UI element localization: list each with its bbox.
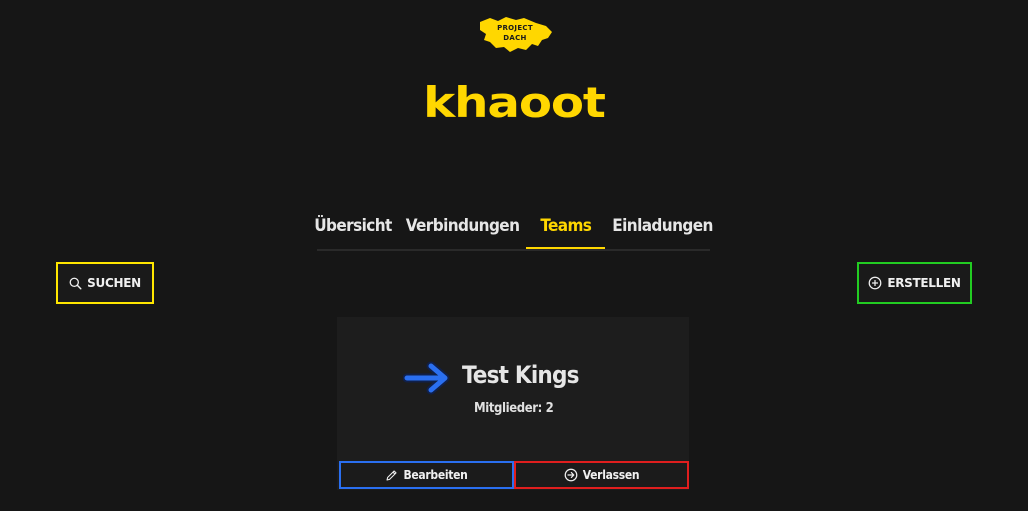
project-dach-logo[interactable]: PROJECT DACH [476, 14, 554, 56]
leave-team-button-label: Verlassen [582, 468, 640, 482]
search-icon [69, 277, 82, 290]
logo-line-1: PROJECT [497, 24, 533, 32]
plus-circle-icon [868, 276, 882, 290]
edit-team-button[interactable]: Bearbeiten [339, 461, 514, 489]
tab-einladungen[interactable]: Einladungen [605, 207, 719, 247]
pencil-icon [385, 469, 398, 482]
arrow-right-icon [402, 361, 451, 399]
arrow-right-circle-icon [564, 468, 578, 482]
team-card-actions: Bearbeiten Verlassen [339, 461, 689, 489]
app-title: khaoot [423, 78, 606, 127]
edit-team-button-label: Bearbeiten [403, 468, 468, 482]
page: PROJECT DACH khaoot Übersicht Verbindung… [0, 0, 1028, 511]
create-button-label: ERSTELLEN [887, 276, 961, 290]
search-button-label: SUCHEN [87, 276, 141, 290]
tab-uebersicht[interactable]: Übersicht [307, 207, 399, 247]
team-name: Test Kings [462, 361, 580, 389]
tab-bar: Übersicht Verbindungen Teams Einladungen [314, 207, 713, 251]
create-button[interactable]: ERSTELLEN [857, 262, 972, 304]
tab-teams[interactable]: Teams [526, 207, 606, 249]
search-button[interactable]: SUCHEN [56, 262, 154, 304]
leave-team-button[interactable]: Verlassen [514, 461, 689, 489]
team-card: Test Kings Mitglieder: 2 Bearbeiten Verl… [337, 317, 689, 490]
tab-verbindungen[interactable]: Verbindungen [399, 207, 527, 247]
logo-line-2: DACH [503, 34, 527, 42]
team-members-count: Mitglieder: 2 [474, 401, 554, 416]
